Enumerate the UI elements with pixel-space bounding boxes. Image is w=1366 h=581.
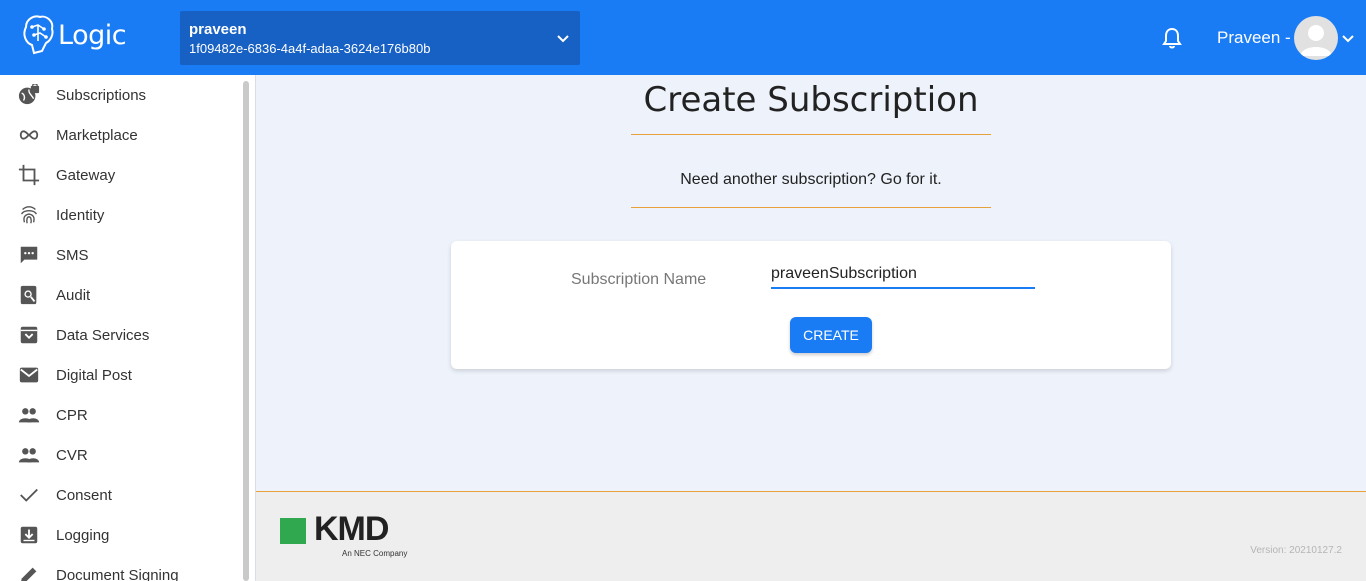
download-box-icon: [17, 523, 41, 547]
people-icon: [17, 443, 41, 467]
sidebar-item-label: SMS: [56, 246, 89, 264]
kmd-logo-subtitle: An NEC Company: [342, 549, 408, 558]
crop-icon: [17, 163, 41, 187]
sidebar-item-label: Gateway: [56, 166, 116, 184]
chevron-down-icon[interactable]: [1340, 30, 1356, 46]
sidebar-item-cvr[interactable]: CVR: [0, 435, 240, 475]
sidebar-item-data-services[interactable]: Data Services: [0, 315, 240, 355]
create-button[interactable]: CREATE: [790, 317, 872, 353]
logic-logo[interactable]: Logic: [20, 12, 127, 58]
sidebar-item-label: Subscriptions: [56, 86, 147, 104]
sidebar-item-gateway[interactable]: Gateway: [0, 155, 240, 195]
sidebar-item-audit[interactable]: Audit: [0, 275, 240, 315]
sidebar-item-label: CVR: [56, 446, 88, 464]
tenant-id: 1f09482e-6836-4a4f-adaa-3624e176b80b: [189, 41, 431, 56]
people-icon: [17, 403, 41, 427]
top-app-bar: Logic praveen 1f09482e-6836-4a4f-adaa-36…: [0, 0, 1366, 75]
mail-icon: [17, 363, 41, 387]
user-name[interactable]: Praveen -: [1217, 28, 1291, 48]
avatar[interactable]: [1294, 16, 1338, 60]
sidebar-item-label: Data Services: [56, 326, 150, 344]
notification-bell-icon[interactable]: [1161, 26, 1183, 50]
footer: KMD An NEC Company Version: 20210127.2: [256, 491, 1366, 581]
sidebar-item-identity[interactable]: Identity: [0, 195, 240, 235]
sidebar-item-label: Digital Post: [56, 366, 132, 384]
sidebar-item-subscriptions[interactable]: Subscriptions: [0, 75, 240, 115]
subtitle-divider: [631, 207, 991, 208]
sidebar-item-label: Marketplace: [56, 126, 138, 144]
kmd-logo-square: [280, 518, 306, 544]
sidebar-item-consent[interactable]: Consent: [0, 475, 240, 515]
title-divider: [631, 134, 991, 135]
sidebar-item-label: Document Signing: [56, 566, 179, 581]
subscription-name-label: Subscription Name: [571, 271, 707, 288]
sidebar-item-logging[interactable]: Logging: [0, 515, 240, 555]
sidebar: Subscriptions Marketplace Gateway Identi…: [0, 75, 256, 581]
audit-search-icon: [17, 283, 41, 307]
sidebar-item-label: CPR: [56, 406, 88, 424]
checkmark-icon: [17, 483, 41, 507]
sidebar-item-sms[interactable]: SMS: [0, 235, 240, 275]
version-label: Version: 20210127.2: [1250, 545, 1342, 556]
page-subtitle: Need another subscription? Go for it.: [680, 171, 942, 188]
tenant-selector[interactable]: praveen 1f09482e-6836-4a4f-adaa-3624e176…: [180, 11, 580, 65]
sidebar-item-label: Consent: [56, 486, 112, 504]
pen-icon: [17, 563, 41, 581]
tenant-name: praveen: [189, 21, 247, 38]
brain-logo-icon: [23, 15, 54, 55]
sidebar-item-label: Identity: [56, 206, 105, 224]
page-title: Create Subscription: [643, 80, 979, 120]
sidebar-item-label: Logging: [56, 526, 110, 544]
sidebar-item-label: Audit: [56, 286, 91, 304]
fingerprint-icon: [17, 203, 41, 227]
sidebar-scrollbar[interactable]: [243, 81, 249, 581]
app-name: Logic: [58, 19, 127, 51]
kmd-logo-text: KMD: [314, 510, 389, 548]
subscription-name-input[interactable]: [771, 261, 1035, 289]
globe-lock-icon: [17, 83, 41, 107]
chevron-down-icon: [557, 35, 569, 43]
user-avatar-icon: [1300, 25, 1332, 56]
archive-icon: [17, 323, 41, 347]
sidebar-item-marketplace[interactable]: Marketplace: [0, 115, 240, 155]
sidebar-item-digital-post[interactable]: Digital Post: [0, 355, 240, 395]
sidebar-item-document-signing[interactable]: Document Signing: [0, 555, 240, 581]
sms-icon: [17, 243, 41, 267]
infinity-icon: [17, 123, 41, 147]
create-subscription-card: Subscription Name CREATE: [451, 241, 1171, 369]
sidebar-item-cpr[interactable]: CPR: [0, 395, 240, 435]
